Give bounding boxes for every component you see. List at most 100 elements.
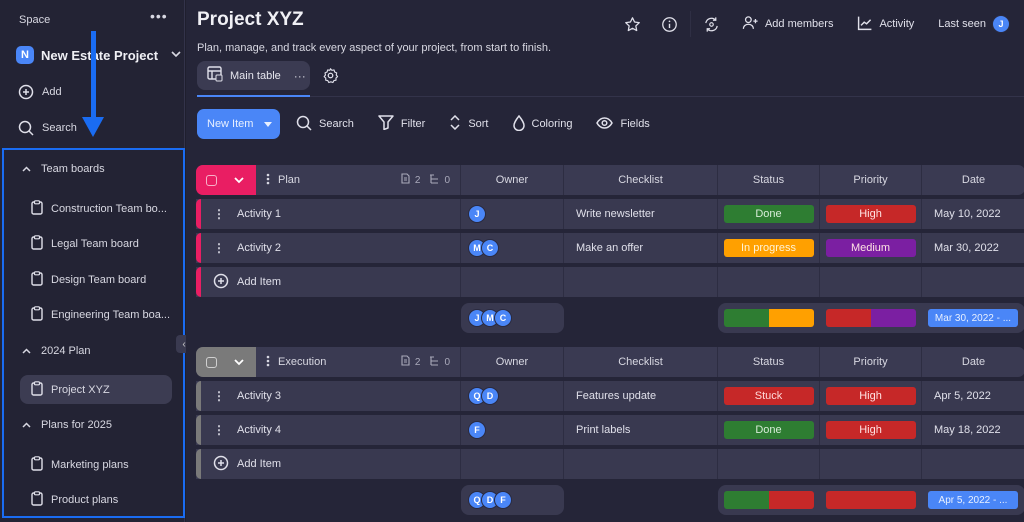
priority-pill[interactable]: High — [825, 421, 916, 439]
project-switcher[interactable]: N New Estate Project — [16, 46, 181, 64]
select-checkbox[interactable] — [206, 356, 217, 368]
coloring-button[interactable]: Coloring — [512, 114, 572, 134]
activity-button[interactable]: Activity — [857, 15, 914, 34]
chevron-down-icon[interactable] — [234, 171, 244, 189]
sidebar-search[interactable]: Search — [18, 120, 77, 136]
add-item-label[interactable]: Add Item — [237, 458, 281, 470]
sidebar-item[interactable]: Construction Team bo... — [20, 194, 172, 223]
owner-avatar[interactable]: F — [468, 421, 486, 439]
checklist-cell[interactable]: Features update — [564, 381, 718, 411]
sidebar-add[interactable]: Add — [18, 84, 62, 100]
new-item-button[interactable]: New Item — [197, 109, 280, 139]
item-name[interactable]: Activity 2 — [237, 242, 281, 254]
status-cell[interactable]: Done — [718, 415, 820, 445]
group-name[interactable]: Plan — [278, 174, 300, 186]
more-options-icon[interactable]: ••• — [150, 8, 168, 24]
last-seen[interactable]: Last seen J — [938, 15, 1010, 33]
checklist-cell[interactable]: Write newsletter — [564, 199, 718, 229]
tab-main-table[interactable]: Main table ··· — [197, 61, 310, 90]
priority-pill[interactable]: High — [825, 387, 916, 405]
column-header-checklist[interactable]: Checklist — [564, 347, 718, 377]
sidebar-item[interactable]: Legal Team board — [20, 229, 172, 258]
owner-avatar[interactable]: D — [481, 387, 499, 405]
column-header-checklist[interactable]: Checklist — [564, 165, 718, 195]
plus-circle-icon[interactable] — [213, 455, 229, 474]
add-item-cell[interactable]: Add Item — [201, 449, 461, 479]
owner-cell[interactable]: MC — [461, 233, 564, 263]
owner-cell[interactable]: J — [461, 199, 564, 229]
table-row[interactable]: ⋮ Activity 1 J Write newsletter Done High May … — [196, 199, 1024, 229]
select-checkbox[interactable] — [206, 174, 217, 186]
priority-cell[interactable]: High — [820, 199, 922, 229]
status-pill[interactable]: Done — [723, 205, 814, 223]
table-row[interactable]: ⋮ Activity 4 F Print labels Done High May 18, … — [196, 415, 1024, 445]
owner-avatar[interactable]: C — [494, 309, 512, 327]
status-pill[interactable]: Done — [723, 421, 814, 439]
table-row[interactable]: ⋮ Activity 2 M C Make an offer In progress Med… — [196, 233, 1024, 263]
sidebar-item[interactable]: Product plans — [20, 485, 172, 514]
date-cell[interactable]: Apr 5, 2022 — [922, 381, 1024, 411]
add-item-cell[interactable]: Add Item — [201, 267, 461, 297]
column-header-priority[interactable]: Priority — [820, 165, 922, 195]
item-name-cell[interactable]: ⋮ Activity 1 — [201, 199, 461, 229]
column-header-date[interactable]: Date — [922, 347, 1024, 377]
drag-handle-icon[interactable] — [266, 173, 270, 188]
item-name-cell[interactable]: ⋮ Activity 3 — [201, 381, 461, 411]
group-name[interactable]: Execution — [278, 356, 326, 368]
item-name-cell[interactable]: ⋮ Activity 4 — [201, 415, 461, 445]
chevron-down-icon[interactable] — [234, 353, 244, 371]
info-icon[interactable] — [661, 16, 678, 33]
star-icon[interactable] — [624, 16, 641, 33]
sidebar-group-team-boards[interactable]: Team boards — [22, 163, 105, 175]
owner-cell[interactable]: F — [461, 415, 564, 445]
add-item-label[interactable]: Add Item — [237, 276, 281, 288]
sidebar-item-project-xyz[interactable]: Project XYZ — [20, 375, 172, 404]
add-item-row[interactable]: Add Item — [196, 449, 1024, 479]
date-cell[interactable]: May 10, 2022 — [922, 199, 1024, 229]
drag-handle-icon[interactable] — [266, 355, 270, 370]
more-vertical-icon[interactable]: ⋮ — [213, 389, 225, 403]
sidebar-item[interactable]: Design Team board — [20, 265, 172, 294]
sidebar-group-plans-2025[interactable]: Plans for 2025 — [22, 419, 112, 431]
checklist-cell[interactable]: Make an offer — [564, 233, 718, 263]
status-pill[interactable]: In progress — [723, 239, 814, 257]
sidebar-group-2024-plan[interactable]: 2024 Plan — [22, 345, 91, 357]
priority-pill[interactable]: Medium — [825, 239, 916, 257]
fields-button[interactable]: Fields — [596, 116, 650, 132]
priority-cell[interactable]: High — [820, 415, 922, 445]
more-vertical-icon[interactable]: ⋮ — [213, 207, 225, 221]
item-name[interactable]: Activity 3 — [237, 390, 281, 402]
priority-cell[interactable]: High — [820, 381, 922, 411]
owner-cell[interactable]: QD — [461, 381, 564, 411]
filter-button[interactable]: Filter — [378, 115, 425, 133]
column-header-status[interactable]: Status — [718, 165, 820, 195]
date-cell[interactable]: Mar 30, 2022 — [922, 233, 1024, 263]
date-range-summary[interactable]: Mar 30, 2022 - ... — [928, 309, 1018, 327]
column-header-status[interactable]: Status — [718, 347, 820, 377]
table-row[interactable]: ⋮ Activity 3 Q D Features update Stuck High Apr… — [196, 381, 1024, 411]
column-header-owner[interactable]: Owner — [461, 165, 564, 195]
more-vertical-icon[interactable]: ⋮ — [213, 423, 225, 437]
gear-icon[interactable] — [322, 67, 339, 89]
owner-avatar[interactable]: F — [494, 491, 512, 509]
owner-avatar[interactable]: C — [481, 239, 499, 257]
sort-button[interactable]: Sort — [449, 114, 489, 133]
search-button[interactable]: Search — [296, 115, 354, 134]
date-cell[interactable]: May 18, 2022 — [922, 415, 1024, 445]
status-pill[interactable]: Stuck — [723, 387, 814, 405]
sidebar-item[interactable]: Marketing plans — [20, 450, 172, 479]
item-name[interactable]: Activity 1 — [237, 208, 281, 220]
more-horizontal-icon[interactable]: ··· — [294, 69, 306, 83]
group-color-handle[interactable] — [196, 347, 256, 377]
sync-icon[interactable] — [703, 16, 720, 33]
column-header-date[interactable]: Date — [922, 165, 1024, 195]
status-cell[interactable]: Done — [718, 199, 820, 229]
group-color-handle[interactable] — [196, 165, 256, 195]
priority-pill[interactable]: High — [825, 205, 916, 223]
owner-avatar[interactable]: J — [468, 205, 486, 223]
status-cell[interactable]: In progress — [718, 233, 820, 263]
checklist-cell[interactable]: Print labels — [564, 415, 718, 445]
plus-circle-icon[interactable] — [213, 273, 229, 292]
caret-down-icon[interactable] — [264, 118, 272, 130]
status-cell[interactable]: Stuck — [718, 381, 820, 411]
